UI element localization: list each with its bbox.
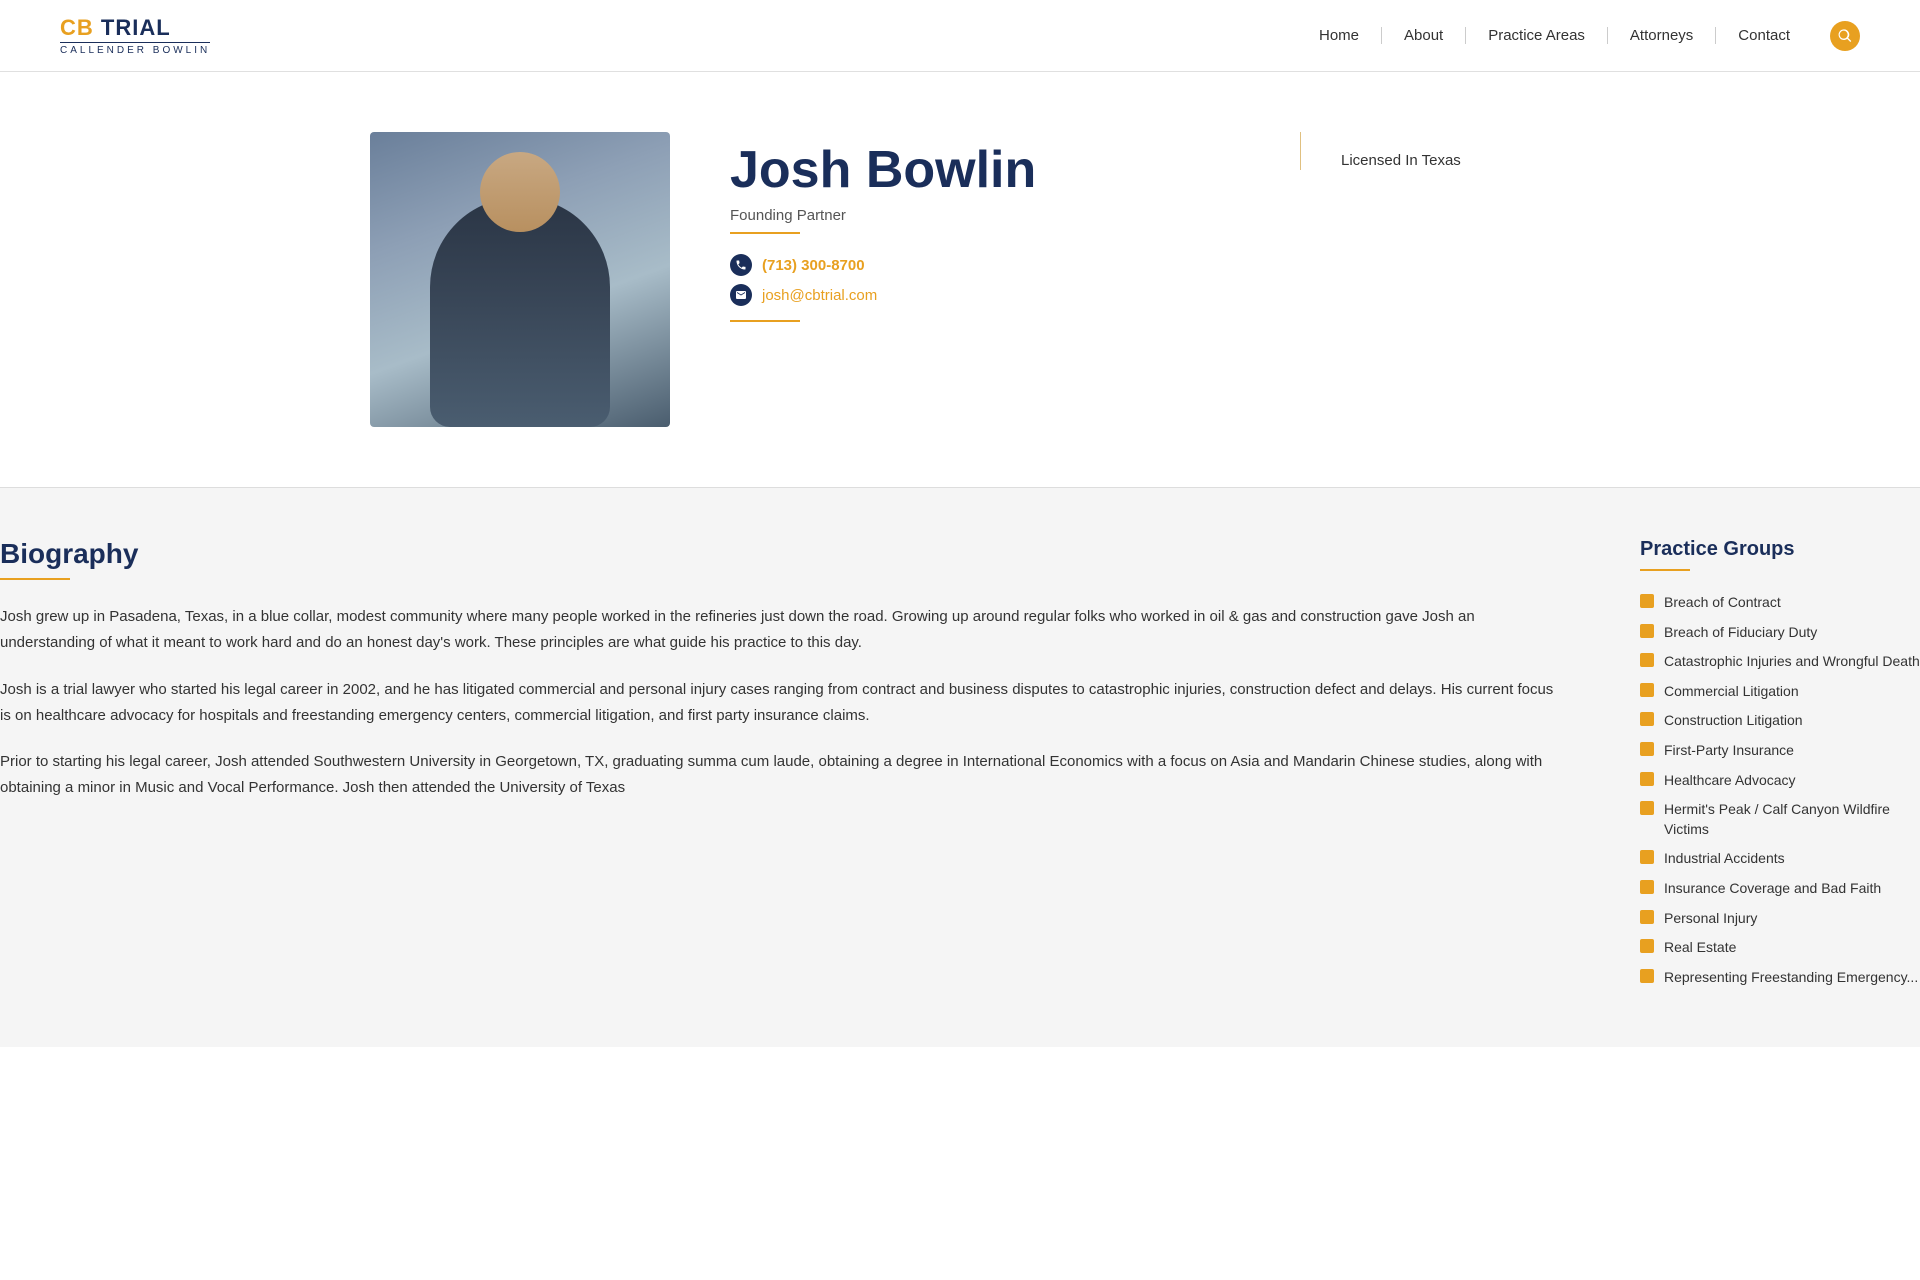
profile-section: Josh Bowlin Founding Partner (713) 300-8…: [370, 132, 1550, 427]
practice-item[interactable]: Real Estate: [1640, 938, 1920, 958]
nav-about[interactable]: About: [1382, 27, 1466, 44]
practice-bullet: [1640, 880, 1654, 894]
email-address[interactable]: josh@cbtrial.com: [762, 287, 877, 304]
attorney-name: Josh Bowlin: [730, 142, 1240, 199]
practice-item[interactable]: Catastrophic Injuries and Wrongful Death: [1640, 652, 1920, 672]
logo-top: CB TRIAL: [60, 15, 171, 41]
profile-right: Licensed In Texas: [1300, 132, 1550, 170]
practice-item[interactable]: Construction Litigation: [1640, 711, 1920, 731]
nav-attorneys[interactable]: Attorneys: [1608, 27, 1716, 44]
nav-contact[interactable]: Contact: [1716, 27, 1812, 44]
attorney-title: Founding Partner: [730, 207, 1240, 224]
practice-bullet: [1640, 939, 1654, 953]
sidebar-gold-divider: [1640, 569, 1690, 571]
phone-number[interactable]: (713) 300-8700: [762, 257, 865, 274]
practice-list: Breach of Contract Breach of Fiduciary Du…: [1640, 593, 1920, 987]
practice-item[interactable]: Personal Injury: [1640, 909, 1920, 929]
practice-item[interactable]: Insurance Coverage and Bad Faith: [1640, 879, 1920, 899]
phone-row: (713) 300-8700: [730, 254, 1240, 276]
practice-bullet: [1640, 910, 1654, 924]
page-content: Josh Bowlin Founding Partner (713) 300-8…: [310, 72, 1610, 427]
nav-links: Home About Practice Areas Attorneys Cont…: [1297, 21, 1860, 51]
gold-divider-2: [730, 320, 800, 322]
practice-item[interactable]: Industrial Accidents: [1640, 849, 1920, 869]
practice-item[interactable]: Breach of Fiduciary Duty: [1640, 623, 1920, 643]
practice-item[interactable]: Breach of Contract: [1640, 593, 1920, 613]
practice-item[interactable]: First-Party Insurance: [1640, 741, 1920, 761]
biography-column: Biography Josh grew up in Pasadena, Texa…: [0, 538, 1560, 822]
logo-sub: Callender Bowlin: [60, 42, 210, 56]
practice-bullet: [1640, 742, 1654, 756]
attorney-photo: [370, 132, 670, 427]
practice-item[interactable]: Commercial Litigation: [1640, 682, 1920, 702]
logo[interactable]: CB TRIAL Callender Bowlin: [60, 15, 210, 56]
bio-paragraph-1: Josh grew up in Pasadena, Texas, in a bl…: [0, 604, 1560, 657]
nav-home[interactable]: Home: [1297, 27, 1382, 44]
phone-icon: [730, 254, 752, 276]
profile-info: Josh Bowlin Founding Partner (713) 300-8…: [730, 132, 1240, 342]
practice-item[interactable]: Representing Freestanding Emergency...: [1640, 968, 1920, 988]
practice-bullet: [1640, 594, 1654, 608]
practice-bullet: [1640, 653, 1654, 667]
email-icon: [730, 284, 752, 306]
practice-item[interactable]: Healthcare Advocacy: [1640, 771, 1920, 791]
biography-heading: Biography: [0, 538, 1560, 570]
nav-practice-areas[interactable]: Practice Areas: [1466, 27, 1608, 44]
search-icon[interactable]: [1830, 21, 1860, 51]
email-row: josh@cbtrial.com: [730, 284, 1240, 306]
lower-section: Biography Josh grew up in Pasadena, Texa…: [0, 488, 1920, 1047]
practice-bullet: [1640, 712, 1654, 726]
practice-bullet: [1640, 624, 1654, 638]
practice-groups-heading: Practice Groups: [1640, 538, 1920, 561]
gold-divider: [730, 232, 800, 234]
navbar: CB TRIAL Callender Bowlin Home About Pra…: [0, 0, 1920, 72]
practice-item[interactable]: Hermit's Peak / Calf Canyon Wildfire Vic…: [1640, 800, 1920, 839]
practice-bullet: [1640, 801, 1654, 815]
bio-paragraph-2: Josh is a trial lawyer who started his l…: [0, 677, 1560, 730]
practice-groups-sidebar: Practice Groups Breach of ContractBreach…: [1640, 538, 1920, 997]
licensed-in: Licensed In Texas: [1341, 152, 1461, 169]
bio-paragraph-3: Prior to starting his legal career, Josh…: [0, 749, 1560, 802]
practice-bullet: [1640, 969, 1654, 983]
practice-bullet: [1640, 850, 1654, 864]
practice-bullet: [1640, 683, 1654, 697]
bio-gold-divider: [0, 578, 70, 580]
practice-bullet: [1640, 772, 1654, 786]
